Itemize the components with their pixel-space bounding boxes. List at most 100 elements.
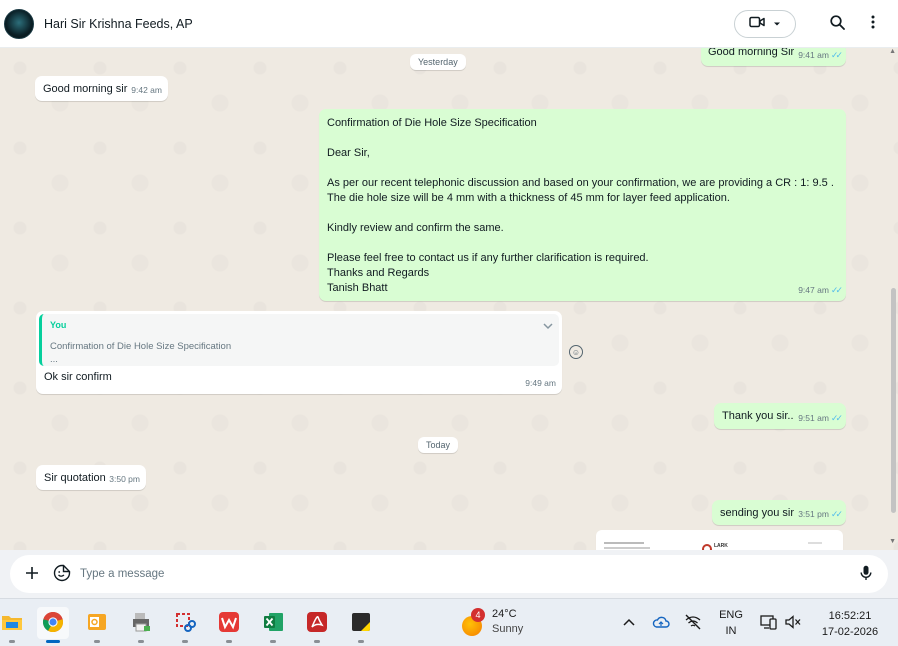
message-incoming-reply[interactable]: You Confirmation of Die Hole Size Specif… — [36, 311, 562, 394]
video-call-icon — [749, 16, 765, 31]
taskbar-excel[interactable] — [257, 607, 289, 643]
taskbar-indicator — [270, 640, 276, 643]
search-button[interactable] — [824, 11, 850, 37]
video-call-button[interactable] — [734, 9, 796, 38]
phone-link-icon — [760, 614, 778, 633]
message-line — [327, 131, 838, 146]
message-line: Dear Sir, — [327, 147, 370, 159]
network-tray[interactable] — [682, 599, 704, 646]
taskbar-indicator — [9, 640, 15, 643]
message-outgoing[interactable]: Thank you sir.. 9:51 am ✓✓ — [714, 403, 846, 429]
message-time: 9:51 am — [798, 413, 829, 423]
language-code: ENG — [719, 609, 743, 621]
snipping-tool-icon — [174, 611, 196, 636]
message-text-block: Confirmation of Die Hole Size Specificat… — [327, 116, 838, 296]
show-hidden-icons-button[interactable] — [620, 599, 638, 646]
taskbar-indicator — [226, 640, 232, 643]
sun-icon: 4 — [460, 608, 485, 636]
scroll-down-arrow[interactable]: ▼ — [889, 538, 896, 545]
read-ticks-icon: ✓✓ — [830, 413, 843, 423]
message-time: 9:41 am — [798, 50, 829, 60]
taskbar-indicator — [46, 640, 60, 643]
emoji-sticker-icon — [53, 564, 71, 585]
message-time: 3:51 pm — [798, 509, 829, 519]
quote-ellipsis: ... — [50, 354, 58, 365]
attach-button[interactable] — [22, 564, 42, 584]
message-text: Ok sir confirm — [44, 371, 112, 383]
scroll-up-arrow[interactable]: ▲ — [889, 48, 896, 55]
volume-muted-icon — [784, 614, 802, 632]
menu-button[interactable] — [860, 11, 886, 37]
message-line: The die hole size will be 4 mm with a th… — [327, 192, 730, 204]
date-chip: Yesterday — [410, 54, 466, 70]
message-incoming[interactable]: Sir quotation 3:50 pm — [36, 465, 146, 490]
message-line — [327, 236, 838, 251]
onedrive-tray[interactable] — [650, 599, 672, 646]
excel-icon — [262, 611, 284, 636]
contact-name[interactable]: Hari Sir Krishna Feeds, AP — [44, 17, 734, 31]
taskbar-file-explorer[interactable] — [0, 607, 28, 643]
language-indicator[interactable]: ENG IN — [714, 599, 748, 646]
plus-icon — [25, 566, 39, 583]
wps-office-icon — [218, 611, 240, 636]
compose-bar — [0, 550, 898, 598]
message-line — [327, 206, 838, 221]
message-time: 9:47 am — [798, 285, 829, 295]
message-line: Thanks and Regards — [327, 267, 430, 279]
avatar[interactable] — [4, 8, 34, 39]
document-brand: LARK — [714, 543, 728, 549]
message-line: As per our recent telephonic discussion … — [327, 177, 834, 189]
taskbar-snipping-tool[interactable] — [169, 607, 201, 643]
chrome-icon — [42, 611, 64, 636]
message-outgoing[interactable]: Confirmation of Die Hole Size Specificat… — [319, 109, 846, 301]
reaction-emoji-icon[interactable]: ☺ — [569, 345, 583, 359]
document-preview[interactable]: LARK — [596, 530, 843, 550]
volume-tray[interactable] — [782, 599, 804, 646]
device-tray[interactable] — [758, 599, 780, 646]
taskbar-app-printer[interactable] — [125, 607, 157, 643]
taskbar-indicator — [182, 640, 188, 643]
message-text: Sir quotation — [44, 472, 106, 484]
chat-area[interactable]: ▲ ▼ Good morning Sir 9:41 am ✓✓ Yesterday… — [0, 48, 898, 550]
clock-date: 17-02-2026 — [821, 626, 879, 638]
system-clock[interactable]: 16:52:21 17-02-2026 — [812, 608, 888, 640]
language-region: IN — [725, 625, 737, 637]
taskbar-acrobat[interactable] — [301, 607, 333, 643]
message-outgoing[interactable]: Good morning Sir 9:41 am ✓✓ — [701, 48, 846, 66]
chevron-down-icon[interactable] — [543, 320, 553, 335]
message-input[interactable] — [80, 568, 856, 580]
chevron-up-icon — [623, 617, 635, 629]
taskbar-indicator — [358, 640, 364, 643]
weather-condition: Sunny — [492, 623, 524, 635]
taskbar-outlook[interactable] — [81, 607, 113, 643]
read-ticks-icon: ✓✓ — [830, 285, 843, 295]
taskbar-wps-office[interactable] — [213, 607, 245, 643]
printer-icon — [130, 611, 152, 636]
emoji-button[interactable] — [52, 564, 72, 584]
read-ticks-icon: ✓✓ — [830, 50, 843, 60]
folder-icon — [0, 612, 24, 635]
taskbar-indicator — [314, 640, 320, 643]
message-line — [327, 161, 838, 176]
message-time: 3:50 pm — [109, 474, 140, 484]
message-time: 9:49 am — [525, 378, 556, 388]
read-ticks-icon: ✓✓ — [830, 509, 843, 519]
windows-taskbar: 4 24°C Sunny ENG IN 16:52:21 17-02-2026 — [0, 598, 898, 646]
quoted-message[interactable]: You Confirmation of Die Hole Size Specif… — [39, 314, 559, 366]
message-incoming[interactable]: Good morning sir 9:42 am — [35, 76, 168, 101]
taskbar-indicator — [94, 640, 100, 643]
scrollbar-thumb[interactable] — [891, 288, 896, 513]
quote-text: Confirmation of Die Hole Size Specificat… — [50, 341, 232, 352]
weather-temp: 24°C — [492, 608, 517, 620]
message-outgoing[interactable]: sending you sir 3:51 pm ✓✓ — [712, 500, 846, 525]
weather-badge: 4 — [471, 608, 485, 622]
quote-author: You — [50, 320, 67, 330]
taskbar-chrome[interactable] — [37, 607, 69, 643]
taskbar-indicator — [138, 640, 144, 643]
chevron-down-icon — [773, 18, 781, 30]
voice-message-button[interactable] — [856, 564, 876, 584]
date-chip: Today — [418, 437, 459, 453]
compose-box — [10, 555, 888, 593]
weather-widget[interactable]: 4 24°C Sunny — [460, 607, 523, 637]
taskbar-sticky-notes[interactable] — [345, 607, 377, 643]
